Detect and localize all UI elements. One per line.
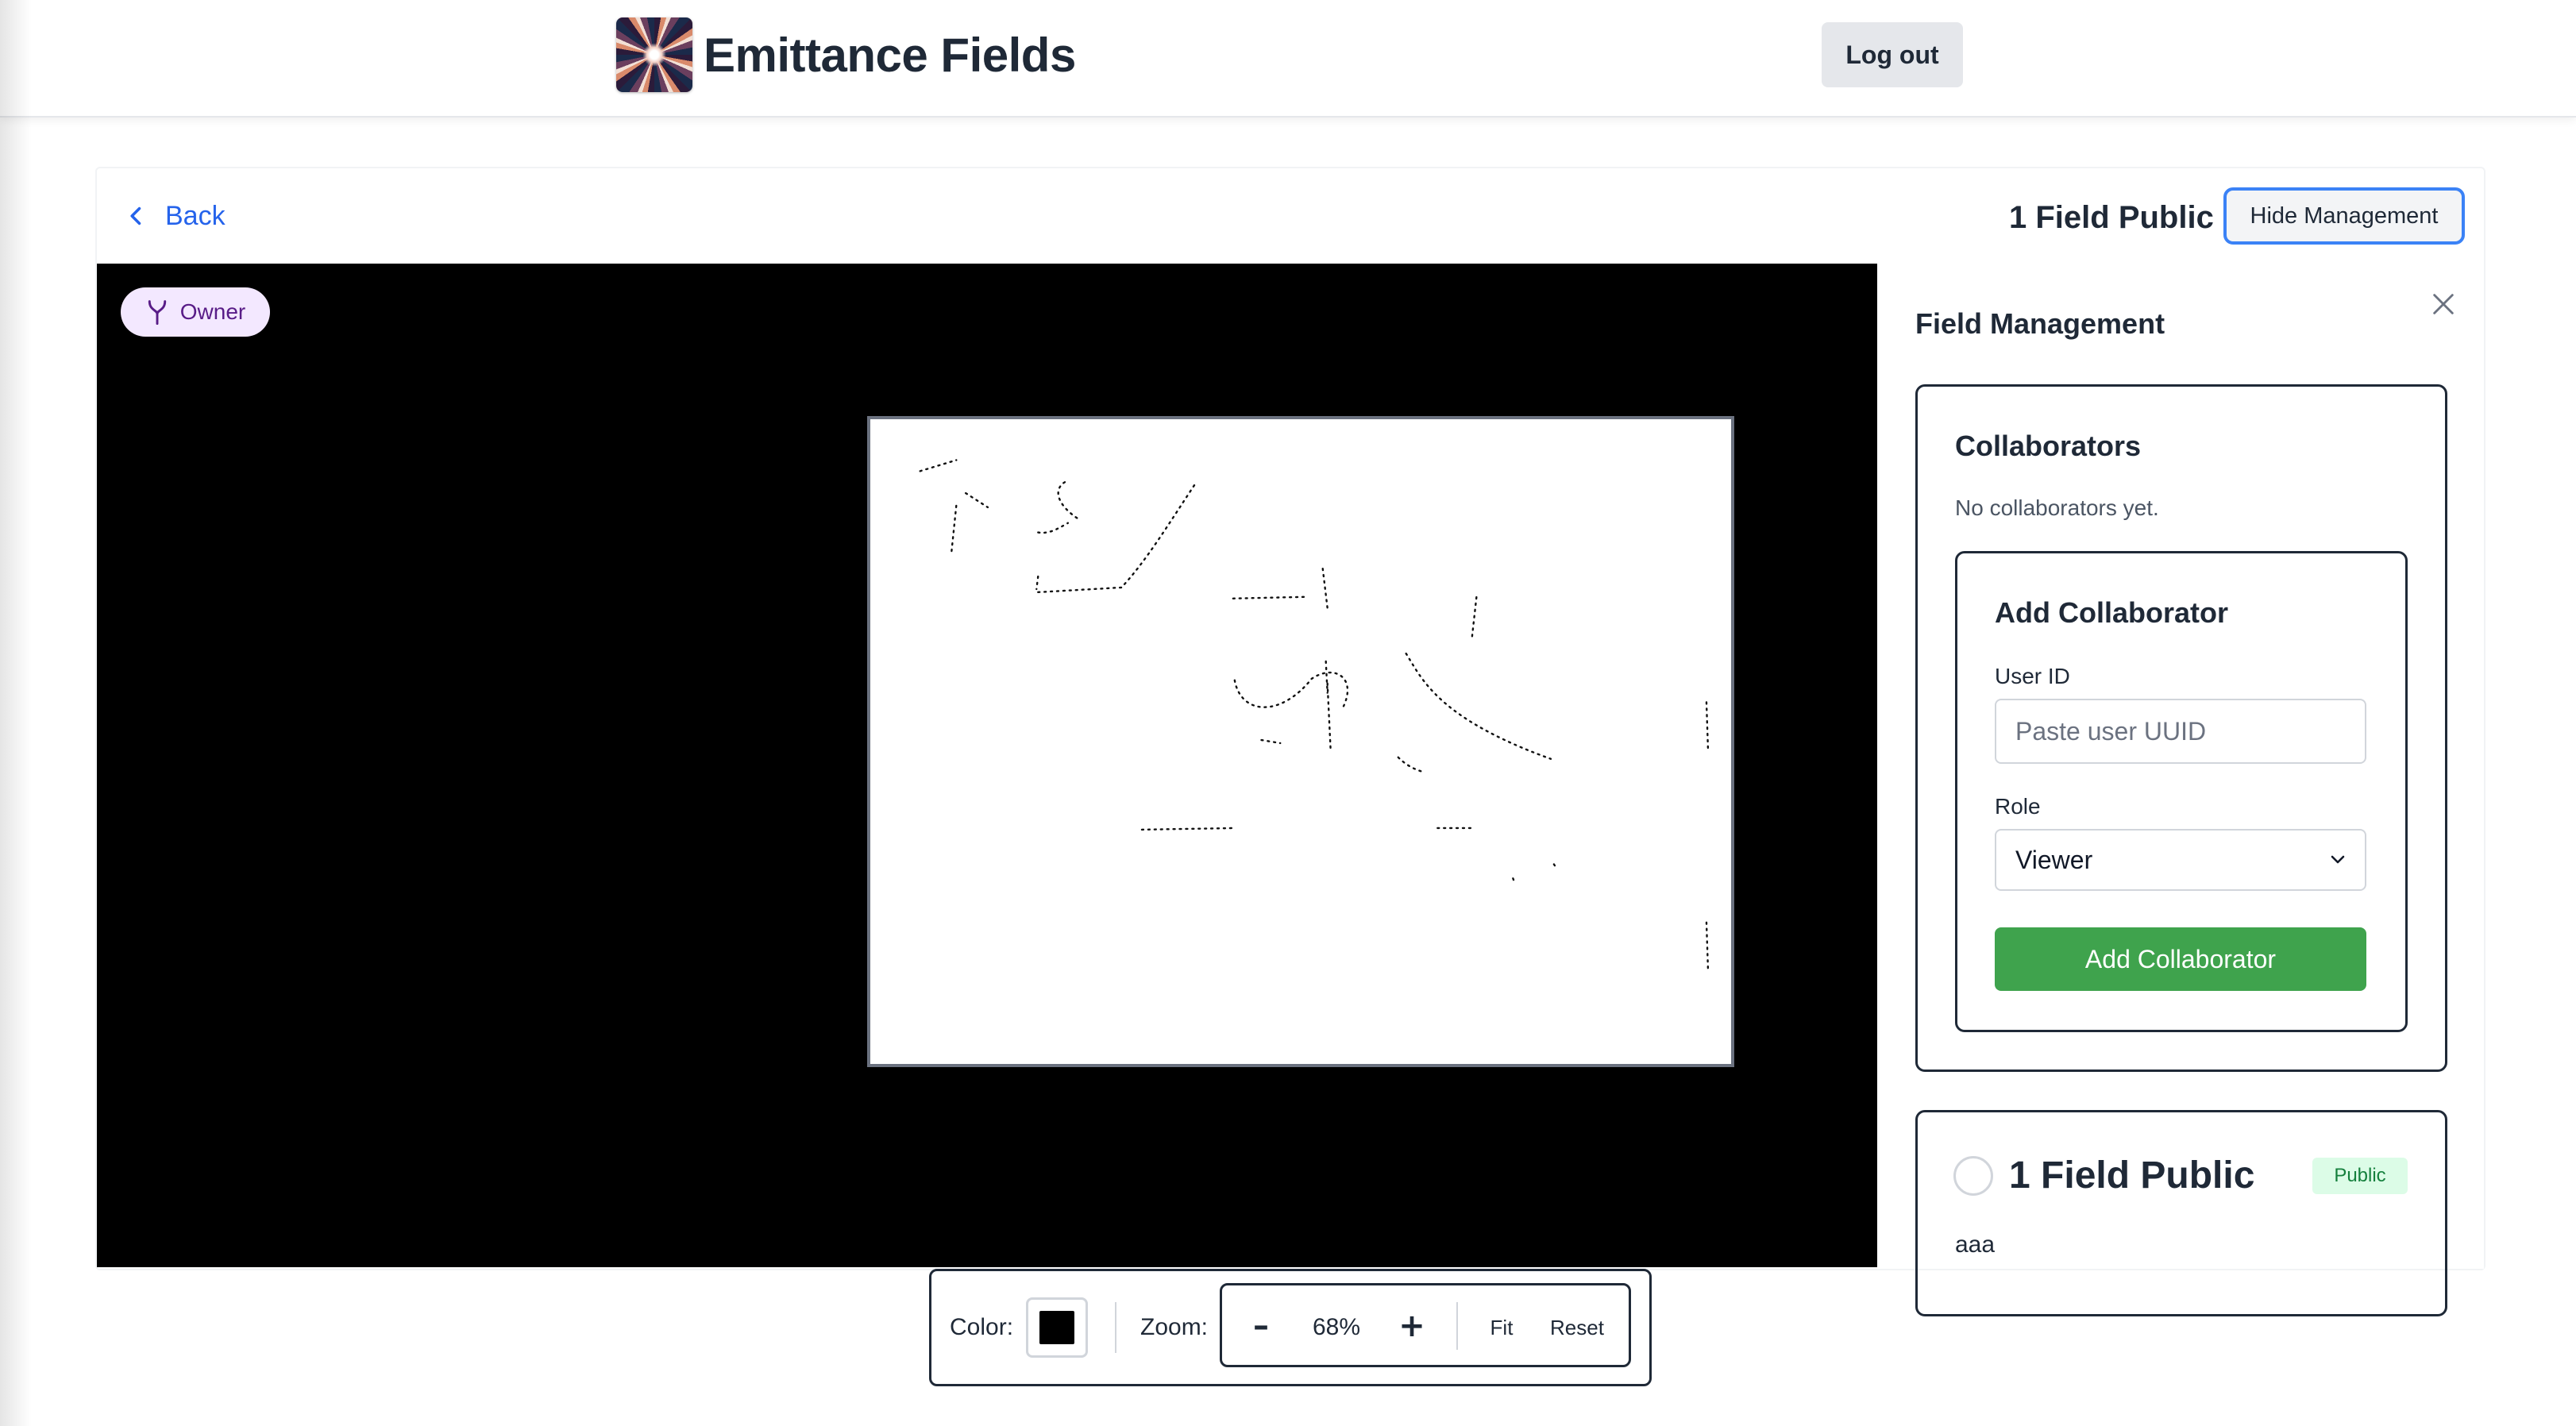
field-card — [1915, 1110, 2447, 1316]
owner-badge-label: Owner — [179, 299, 246, 324]
sketch-strokes — [919, 459, 1710, 971]
hide-management-button[interactable]: Hide Management — [2223, 187, 2465, 245]
color-label: Color: — [950, 1314, 1014, 1340]
app-title: Emittance Fields — [704, 29, 1076, 82]
page-edge-shadow — [0, 0, 32, 1426]
field-description: aaa — [1955, 1231, 1996, 1258]
visibility-badge: Public — [2312, 1158, 2408, 1194]
role-selected-value: Viewer — [2015, 845, 2093, 874]
color-picker[interactable] — [1026, 1297, 1088, 1358]
add-collaborator-title: Add Collaborator — [1995, 596, 2228, 629]
field-title: 1 Field Public — [2009, 200, 2214, 235]
user-id-input[interactable] — [1995, 699, 2366, 764]
zoom-out-button[interactable]: – — [1244, 1307, 1278, 1345]
back-label: Back — [165, 200, 226, 231]
color-swatch-fill — [1039, 1311, 1074, 1344]
zoom-divider — [1456, 1302, 1458, 1350]
back-link[interactable]: Back — [125, 197, 226, 235]
no-collaborators-text: No collaborators yet. — [1955, 495, 2159, 520]
chevron-down-icon — [2331, 855, 2345, 864]
zoom-in-button[interactable]: + — [1394, 1307, 1429, 1345]
field-card-title: 1 Field Public — [2009, 1154, 2255, 1197]
zoom-fit-button[interactable]: Fit — [1482, 1310, 1521, 1345]
toolbar-divider — [1115, 1302, 1116, 1353]
panel-title: Field Management — [1915, 307, 2165, 340]
field-select-radio[interactable] — [1953, 1156, 1993, 1196]
collaborators-title: Collaborators — [1955, 430, 2142, 462]
app-header: Emittance Fields Log out — [0, 0, 2576, 118]
role-label: Role — [1995, 794, 2041, 819]
zoom-reset-button[interactable]: Reset — [1545, 1310, 1609, 1345]
user-id-label: User ID — [1995, 664, 2070, 688]
owner-badge: Owner — [121, 287, 270, 337]
chevron-left-icon — [130, 206, 141, 225]
zoom-label: Zoom: — [1140, 1314, 1209, 1340]
add-collaborator-button[interactable]: Add Collaborator — [1995, 927, 2366, 991]
zoom-level: 68% — [1312, 1314, 1361, 1340]
role-select[interactable]: Viewer — [1995, 829, 2366, 891]
close-icon[interactable] — [2430, 291, 2457, 318]
drawing-board[interactable] — [867, 416, 1734, 1067]
fork-icon — [148, 300, 166, 326]
logout-button[interactable]: Log out — [1822, 22, 1963, 87]
emittance-fields-logo[interactable] — [616, 17, 692, 92]
